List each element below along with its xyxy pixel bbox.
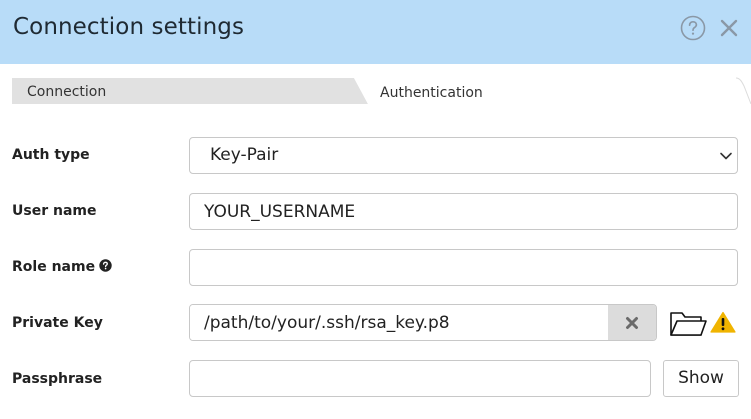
tab-connection[interactable]: Connection [27,84,106,100]
close-icon[interactable] [716,15,742,41]
auth-type-label: Auth type [12,147,90,163]
auth-type-select[interactable]: Key-Pair [189,137,738,174]
tab-authentication[interactable]: Authentication [380,85,483,101]
user-name-input[interactable] [189,193,738,230]
passphrase-label: Passphrase [12,371,103,387]
user-name-label: User name [12,203,97,219]
private-key-input[interactable] [190,305,608,340]
dialog-title: Connection settings [13,14,245,40]
clear-key-button[interactable] [608,305,656,340]
question-circle-icon[interactable] [99,259,112,272]
role-name-label-text: Role name [12,259,96,275]
role-name-input[interactable] [189,249,738,286]
chevron-down-icon [720,152,732,160]
tab-shapes [12,77,751,105]
show-passphrase-button[interactable]: Show [663,360,739,397]
private-key-label: Private Key [12,315,103,331]
role-name-label: Role name [12,259,112,275]
folder-icon[interactable] [669,309,707,337]
clear-x-icon [626,317,638,329]
tab-bar: Connection Authentication [0,64,751,108]
help-icon[interactable] [680,15,706,41]
auth-type-value: Key-Pair [210,145,279,165]
private-key-field [189,304,657,341]
dialog-header: Connection settings [0,0,751,64]
warning-icon [710,311,736,333]
passphrase-input[interactable] [189,360,651,397]
